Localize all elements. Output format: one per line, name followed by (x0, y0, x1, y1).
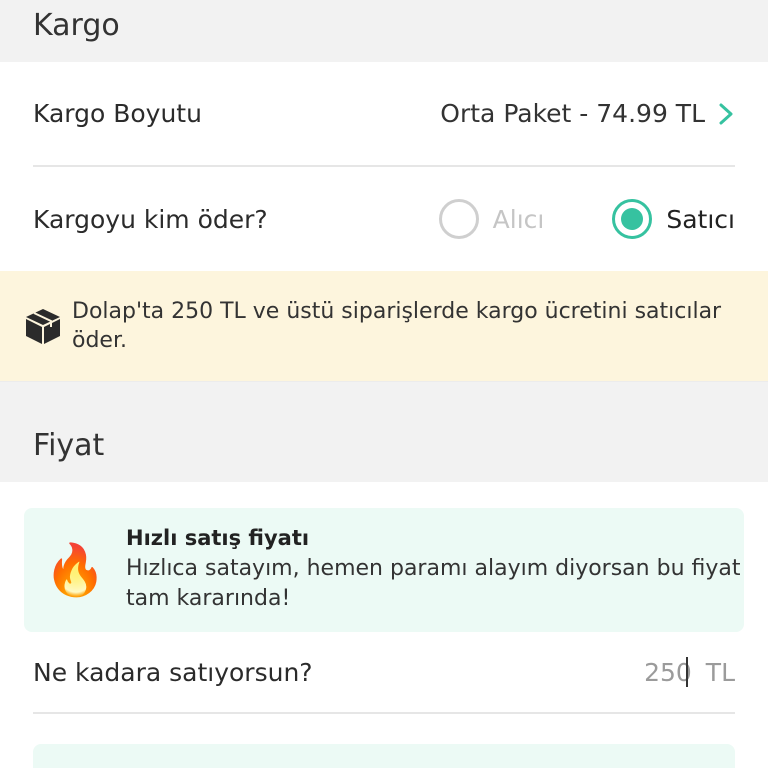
price-row: Ne kadara satıyorsun? 250 TL (0, 632, 768, 712)
text-cursor (685, 657, 688, 687)
fiyat-section-header: Fiyat (0, 382, 768, 482)
cargo-size-value-group[interactable]: Orta Paket - 74.99 TL (440, 99, 735, 128)
price-question-label: Ne kadara satıyorsun? (33, 657, 313, 687)
fast-sale-title: Hızlı satış fiyatı (126, 526, 310, 550)
earnings-card-partial[interactable] (33, 744, 735, 768)
cargo-size-value: Orta Paket - 74.99 TL (440, 99, 705, 128)
fire-icon: 🔥 (44, 540, 107, 599)
cargo-payer-label: Kargoyu kim öder? (33, 204, 268, 234)
cargo-size-label: Kargo Boyutu (33, 99, 202, 128)
fast-sale-desc: Hızlıca satayım, hemen paramı alayım diy… (126, 556, 741, 611)
fast-sale-card[interactable]: 🔥 Hızlı satış fiyatı Hızlıca satayım, he… (24, 508, 744, 632)
radio-label-satici: Satıcı (666, 204, 735, 234)
radio-circle-satici (612, 199, 653, 239)
radio-alici[interactable]: Alıcı (438, 199, 545, 239)
price-currency: TL (705, 657, 735, 687)
payer-radio-group: Alıcı Satıcı (438, 199, 735, 239)
radio-satici[interactable]: Satıcı (612, 199, 735, 239)
kargo-section-header: Kargo (0, 0, 768, 62)
cargo-payer-row: Kargoyu kim öder? Alıcı Satıcı (0, 167, 768, 271)
price-input[interactable]: 250 TL (644, 657, 735, 687)
cargo-size-row[interactable]: Kargo Boyutu Orta Paket - 74.99 TL (0, 62, 768, 165)
fast-sale-text: Hızlı satış fiyatı Hızlıca satayım, heme… (126, 526, 744, 614)
kargo-header-title: Kargo (33, 8, 120, 43)
fiyat-header-title: Fiyat (33, 428, 105, 463)
chevron-right-icon (719, 103, 733, 124)
package-icon (26, 309, 60, 344)
cargo-info-text: Dolap'ta 250 TL ve üstü siparişlerde kar… (72, 299, 722, 353)
divider (33, 712, 735, 714)
price-input-value: 250 (644, 657, 692, 687)
cargo-info-banner: Dolap'ta 250 TL ve üstü siparişlerde kar… (0, 271, 768, 382)
radio-label-alici: Alıcı (492, 204, 545, 234)
radio-circle-alici (438, 199, 479, 239)
